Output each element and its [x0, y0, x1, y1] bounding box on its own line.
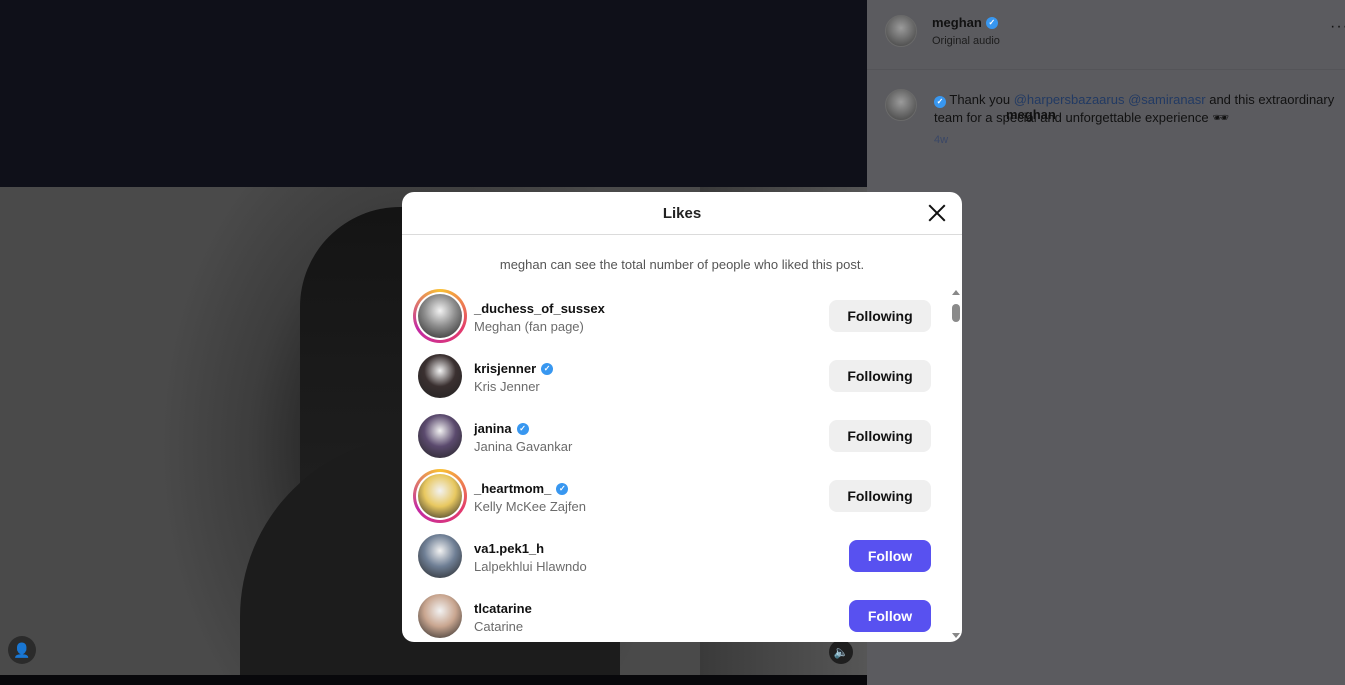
avatar-border: [416, 532, 464, 580]
full-name: Catarine: [474, 619, 524, 634]
username-text[interactable]: janina: [474, 421, 512, 436]
following-button[interactable]: Following: [829, 480, 931, 512]
username-link[interactable]: _duchess_of_sussex: [474, 301, 605, 316]
username-link[interactable]: janina ✓: [474, 421, 529, 436]
media-letterbox-bottom: [0, 675, 867, 685]
verified-icon: ✓: [516, 422, 529, 435]
caption-avatar[interactable]: [885, 89, 917, 121]
post-caption: meghan ✓ Thank you @harpersbazaarus @sam…: [934, 91, 1339, 127]
user-avatar[interactable]: [413, 349, 467, 403]
audio-mute-icon[interactable]: 🔈: [829, 640, 853, 664]
avatar-image: [418, 414, 462, 458]
avatar-image: [418, 534, 462, 578]
author-username[interactable]: meghan ✓: [932, 15, 998, 30]
tagged-users-icon[interactable]: 👤: [8, 636, 36, 664]
avatar-border: [416, 472, 464, 520]
full-name: Janina Gavankar: [474, 439, 573, 454]
user-avatar[interactable]: [413, 529, 467, 583]
likes-dialog: Likes meghan can see the total number of…: [402, 192, 962, 642]
post-timestamp[interactable]: 4w: [934, 134, 948, 146]
avatar-image: [418, 474, 462, 518]
list-item: janina ✓ Janina Gavankar Following: [402, 406, 950, 466]
author-name-text[interactable]: meghan: [932, 15, 982, 30]
scrollbar[interactable]: [950, 288, 962, 640]
full-name: Meghan (fan page): [474, 319, 584, 334]
user-avatar[interactable]: [413, 289, 467, 343]
avatar-image: [418, 294, 462, 338]
follow-button[interactable]: Follow: [849, 540, 931, 572]
full-name: Lalpekhlui Hlawndo: [474, 559, 587, 574]
avatar-image: [418, 594, 462, 638]
username-link[interactable]: va1.pek1_h: [474, 541, 544, 556]
user-avatar[interactable]: [413, 469, 467, 523]
following-button[interactable]: Following: [829, 420, 931, 452]
scroll-up-arrow-icon[interactable]: [952, 290, 960, 295]
audio-label[interactable]: Original audio: [932, 35, 1000, 47]
following-button[interactable]: Following: [829, 360, 931, 392]
scroll-down-arrow-icon[interactable]: [952, 633, 960, 638]
list-item: tlcatarine Catarine Follow: [402, 586, 950, 642]
scroll-thumb[interactable]: [952, 304, 960, 322]
username-text[interactable]: _heartmom_: [474, 481, 551, 496]
mention-link[interactable]: @harpersbazaarus: [1014, 92, 1125, 107]
avatar-border: [416, 412, 464, 460]
username-text[interactable]: krisjenner: [474, 361, 536, 376]
caption-username[interactable]: meghan: [1006, 106, 1056, 124]
verified-icon: ✓: [556, 482, 569, 495]
full-name: Kelly McKee Zajfen: [474, 499, 586, 514]
verified-icon: ✓: [541, 362, 554, 375]
avatar-border: [416, 592, 464, 640]
list-item: va1.pek1_h Lalpekhlui Hlawndo Follow: [402, 526, 950, 586]
user-avatar[interactable]: [413, 589, 467, 642]
user-avatar[interactable]: [413, 409, 467, 463]
list-item: krisjenner ✓ Kris Jenner Following: [402, 346, 950, 406]
post-header: meghan ✓ Original audio ···: [867, 0, 1345, 70]
likes-privacy-notice: meghan can see the total number of peopl…: [499, 257, 865, 272]
close-icon[interactable]: [926, 202, 948, 224]
mention-link[interactable]: @samiranasr: [1128, 92, 1206, 107]
verified-icon: ✓: [985, 16, 998, 29]
dialog-title: Likes: [662, 204, 702, 222]
username-text[interactable]: va1.pek1_h: [474, 541, 544, 556]
username-link[interactable]: tlcatarine: [474, 601, 532, 616]
likes-list: _duchess_of_sussex Meghan (fan page) Follo…: [402, 286, 962, 642]
list-item: _heartmom_ ✓ Kelly McKee Zajfen Following: [402, 466, 950, 526]
list-item: _duchess_of_sussex Meghan (fan page) Follo…: [402, 286, 950, 346]
following-button[interactable]: Following: [829, 300, 931, 332]
more-options-icon[interactable]: ···: [1330, 18, 1345, 36]
author-avatar[interactable]: [885, 15, 917, 47]
caption-text-part-1: Thank you: [949, 92, 1014, 107]
avatar-border: [416, 292, 464, 340]
username-text[interactable]: _duchess_of_sussex: [474, 301, 605, 316]
username-text[interactable]: tlcatarine: [474, 601, 532, 616]
media-letterbox-top: [0, 0, 867, 187]
username-link[interactable]: krisjenner ✓: [474, 361, 554, 376]
avatar-image: [418, 354, 462, 398]
verified-icon: ✓: [934, 96, 946, 108]
dialog-header: Likes: [402, 192, 962, 235]
avatar-border: [416, 352, 464, 400]
username-link[interactable]: _heartmom_ ✓: [474, 481, 569, 496]
follow-button[interactable]: Follow: [849, 600, 931, 632]
full-name: Kris Jenner: [474, 379, 540, 394]
